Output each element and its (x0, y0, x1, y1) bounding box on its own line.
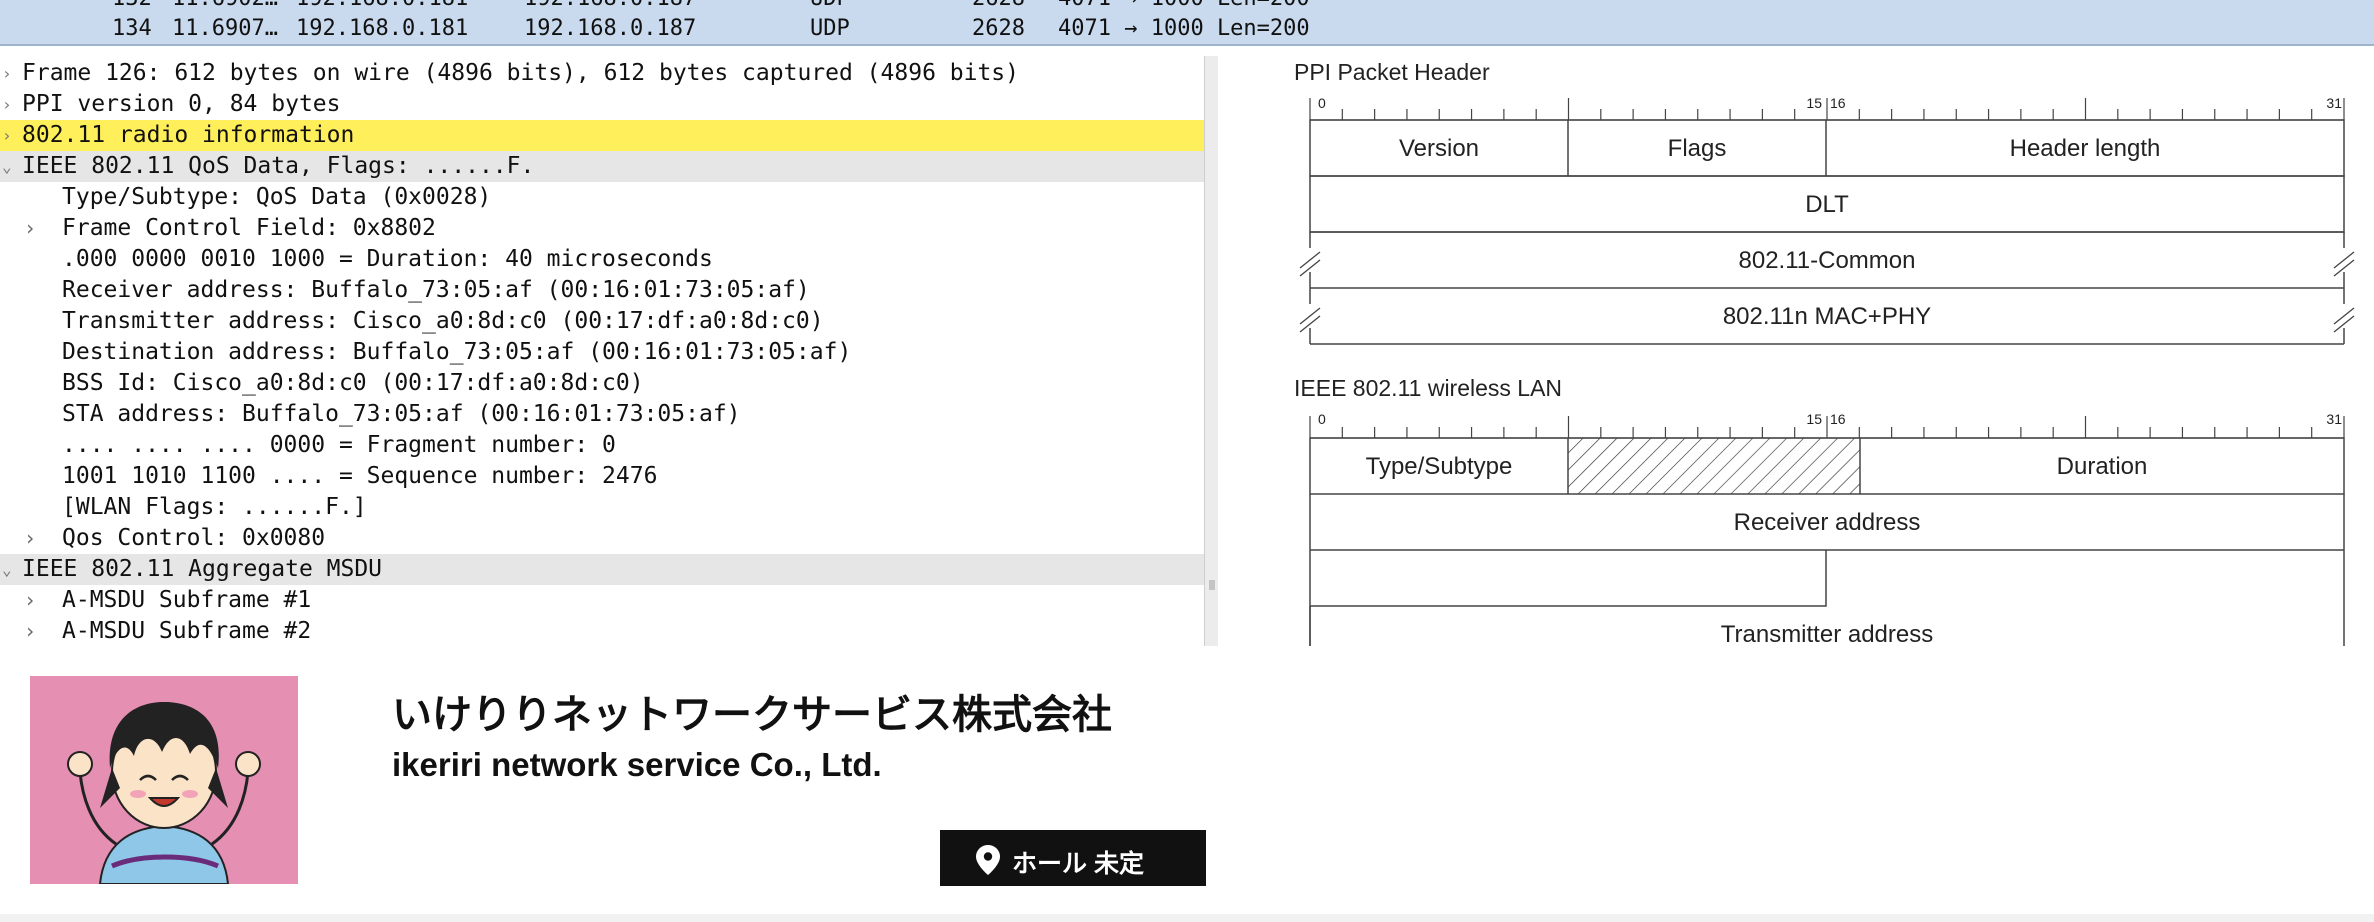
splitter-grip-icon[interactable] (1209, 580, 1215, 590)
packet-source: 192.168.0.181 (296, 16, 469, 41)
tree-item-radio-info[interactable]: › 802.11 radio information (0, 120, 1204, 151)
divider (0, 914, 2374, 922)
bit-label-31: 31 (2326, 95, 2342, 111)
bit-label-0: 0 (1318, 95, 1326, 111)
tree-item-subframe-1[interactable]: › A-MSDU Subframe #1 (0, 585, 1204, 616)
ppi-bit-ruler (1309, 98, 2345, 121)
avatar-illustration (30, 676, 298, 884)
packet-no: 132 (112, 0, 152, 11)
packet-details-tree[interactable]: › Frame 126: 612 bytes on wire (4896 bit… (0, 56, 1204, 646)
tree-item-field[interactable]: STA address: Buffalo_73:05:af (00:16:01:… (0, 399, 1204, 430)
hall-label: ホール 未定 (1012, 850, 1144, 878)
tree-item-field[interactable]: Type/Subtype: QoS Data (0x0028) (0, 182, 1204, 213)
exhibitor-profile: いけりりネットワークサービス株式会社 ikeriri network servi… (0, 646, 2374, 922)
tree-item-field[interactable]: 1001 1010 1100 .... = Sequence number: 2… (0, 461, 1204, 492)
ppi-field-version: Version (1399, 135, 1479, 162)
avatar (30, 676, 298, 884)
ppi-diagram-title: PPI Packet Header (1294, 59, 1490, 85)
tree-item-amsdu[interactable]: ⌄ IEEE 802.11 Aggregate MSDU (0, 554, 1204, 585)
packet-destination: 192.168.0.187 (524, 16, 697, 41)
ppi-field-mac-phy: 802.11n MAC+PHY (1723, 303, 1931, 330)
ppi-field-flags: Flags (1668, 135, 1727, 162)
company-name-english: ikeriri network service Co., Ltd. (392, 746, 882, 783)
ppi-field-dlt: DLT (1805, 191, 1849, 218)
wlan-reserved-hatch (1568, 438, 1860, 494)
tree-item-field[interactable]: Destination address: Buffalo_73:05:af (0… (0, 337, 1204, 368)
chevron-right-icon[interactable]: › (24, 616, 36, 646)
packet-destination: 192.168.0.187 (524, 0, 696, 11)
ppi-field-header-length: Header length (2010, 135, 2161, 162)
tree-item-frame[interactable]: › Frame 126: 612 bytes on wire (4896 bit… (0, 58, 1204, 89)
bit-label-16: 16 (1830, 411, 1846, 427)
wlan-field-receiver: Receiver address (1734, 509, 1921, 536)
tree-item-field[interactable]: Transmitter address: Cisco_a0:8d:c0 (00:… (0, 306, 1204, 337)
tree-item-field[interactable]: .... .... .... 0000 = Fragment number: 0 (0, 430, 1204, 461)
tree-item-qos-data[interactable]: ⌄ IEEE 802.11 QoS Data, Flags: ......F. (0, 151, 1204, 182)
wlan-field-duration: Duration (2057, 453, 2148, 480)
packet-length: 2628 (972, 16, 1025, 41)
packet-time: 11.6907… (172, 16, 278, 41)
tree-item-qos-control[interactable]: › Qos Control: 0x0080 (0, 523, 1204, 554)
tree-item-field[interactable]: BSS Id: Cisco_a0:8d:c0 (00:17:df:a0:8d:c… (0, 368, 1204, 399)
expand-arrow-icon[interactable]: › (2, 58, 12, 89)
packet-diagram-svg: PPI Packet Header 0 15 16 31 Version Fla… (1294, 59, 2355, 646)
wlan-field-transmitter: Transmitter address (1721, 621, 1934, 646)
tree-item-subframe-2[interactable]: › A-MSDU Subframe #2 (0, 616, 1204, 646)
packet-protocol: UDP (810, 0, 850, 11)
collapse-arrow-icon[interactable]: ⌄ (2, 151, 12, 182)
packet-no: 134 (112, 16, 152, 41)
wlan-field-type-subtype: Type/Subtype (1366, 453, 1513, 480)
packet-time: 11.6902… (172, 0, 278, 11)
collapse-arrow-icon[interactable]: ⌄ (2, 554, 12, 585)
chevron-right-icon[interactable]: › (24, 585, 36, 616)
tree-item-field[interactable]: .000 0000 0010 1000 = Duration: 40 micro… (0, 244, 1204, 275)
tree-item-frame-control[interactable]: › Frame Control Field: 0x8802 (0, 213, 1204, 244)
bit-label-31: 31 (2326, 411, 2342, 427)
wlan-bit-ruler (1309, 416, 2345, 439)
packet-list-row[interactable]: 132 11.6902… 192.168.0.181 192.168.0.187… (0, 0, 1310, 16)
tree-item-field[interactable]: [WLAN Flags: ......F.] (0, 492, 1204, 523)
packet-length: 2628 (972, 0, 1025, 11)
ppi-field-common: 802.11-Common (1739, 247, 1916, 274)
expand-arrow-icon[interactable]: › (2, 120, 12, 151)
packet-diagram-pane: PPI Packet Header 0 15 16 31 Version Fla… (1218, 56, 2374, 646)
bit-label-16: 16 (1830, 95, 1846, 111)
company-name-japanese: いけりりネットワークサービス株式会社 (392, 693, 1112, 737)
packet-source: 192.168.0.181 (296, 0, 468, 11)
chevron-right-icon[interactable]: › (24, 213, 36, 244)
packet-info: 4071 → 1000 Len=200 (1058, 0, 1310, 11)
bit-label-15: 15 (1806, 411, 1822, 427)
packet-list-row[interactable]: 134 11.6907… 192.168.0.181 192.168.0.187… (0, 16, 1310, 44)
tree-item-ppi[interactable]: › PPI version 0, 84 bytes (0, 89, 1204, 120)
hall-location-badge: ホール 未定 (940, 830, 1206, 886)
chevron-right-icon[interactable]: › (24, 523, 36, 554)
bit-label-15: 15 (1806, 95, 1822, 111)
bit-label-0: 0 (1318, 411, 1326, 427)
expand-arrow-icon[interactable]: › (2, 89, 12, 120)
tree-item-field[interactable]: Receiver address: Buffalo_73:05:af (00:1… (0, 275, 1204, 306)
packet-list[interactable]: 132 11.6902… 192.168.0.181 192.168.0.187… (0, 0, 2374, 46)
packet-info: 4071 → 1000 Len=200 (1058, 16, 1310, 41)
location-pin-icon (976, 845, 1000, 875)
packet-protocol: UDP (810, 16, 850, 41)
wlan-diagram-title: IEEE 802.11 wireless LAN (1294, 375, 1562, 401)
